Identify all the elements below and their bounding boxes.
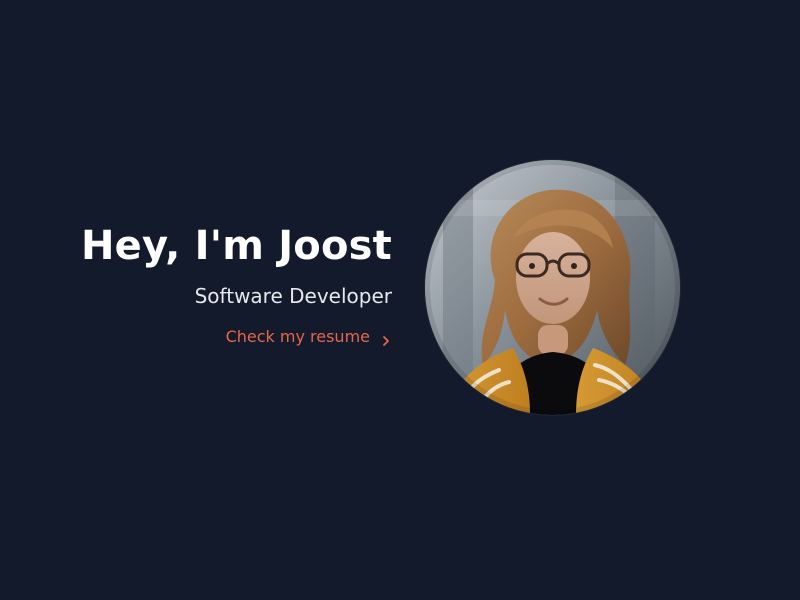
- page: Hey, I'm Joost Software Developer Check …: [0, 0, 800, 600]
- intro-section: Hey, I'm Joost Software Developer Check …: [12, 218, 392, 348]
- job-title: Software Developer: [194, 284, 392, 308]
- chevron-right-icon: [380, 331, 392, 346]
- page-title: Hey, I'm Joost: [80, 223, 392, 269]
- profile-photo: [425, 160, 680, 415]
- check-resume-link[interactable]: Check my resume: [226, 326, 392, 348]
- resume-link-label: Check my resume: [225, 327, 370, 346]
